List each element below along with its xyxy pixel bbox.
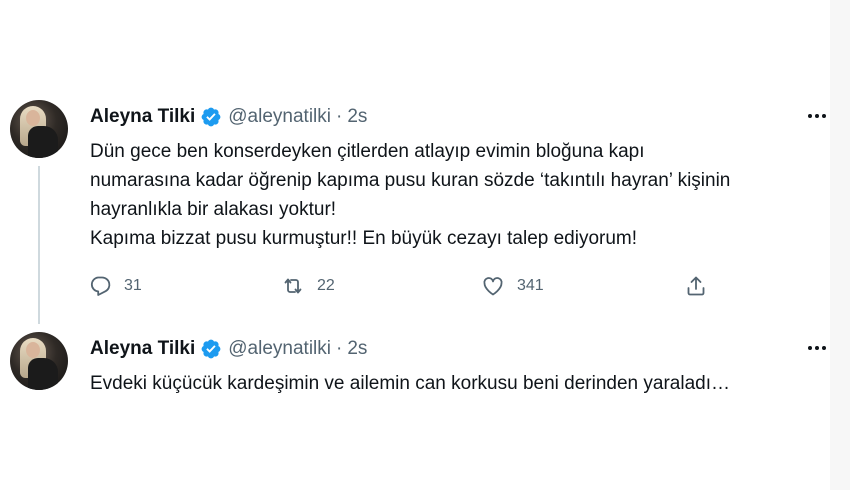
tweet-text: Dün gece ben konserdeyken çitlerden atla…	[90, 137, 820, 253]
tweet-text-line: Dün gece ben konserdeyken çitlerden atla…	[90, 141, 645, 162]
tweet-text-line: Evdeki küçücük kardeşimin ve ailemin can…	[90, 373, 730, 394]
like-button[interactable]: 341	[481, 272, 544, 300]
timestamp[interactable]: 2s	[347, 106, 367, 128]
scroll-edge	[830, 0, 850, 490]
tweet-text-line: Kapıma bizzat pusu kurmuştur!! En büyük …	[90, 228, 638, 249]
timestamp[interactable]: 2s	[347, 338, 367, 360]
like-icon	[483, 277, 503, 296]
display-name[interactable]: Aleyna Tilki	[90, 106, 195, 128]
retweet-count: 22	[317, 277, 335, 294]
reply-button[interactable]: 31	[88, 272, 142, 300]
verified-icon	[201, 107, 221, 127]
verified-icon	[201, 339, 221, 359]
retweet-icon	[284, 278, 302, 294]
tweet-header: Aleyna Tilki @aleynatilki · 2s	[90, 104, 367, 130]
reply-count: 31	[124, 277, 142, 294]
separator: ·	[335, 338, 343, 359]
reply-icon	[90, 276, 111, 296]
tweet-header: Aleyna Tilki @aleynatilki · 2s	[90, 336, 367, 362]
tweet-actions: 31 22 341	[88, 272, 728, 300]
display-name[interactable]: Aleyna Tilki	[90, 338, 195, 360]
avatar[interactable]	[10, 100, 68, 158]
more-icon[interactable]	[806, 108, 828, 124]
thread-line	[38, 166, 40, 324]
timeline: Aleyna Tilki @aleynatilki · 2s Dün gece …	[0, 0, 850, 490]
handle[interactable]: @aleynatilki	[228, 106, 331, 128]
retweet-button[interactable]: 22	[281, 272, 335, 300]
like-count: 341	[517, 277, 544, 294]
tweet-text: Evdeki küçücük kardeşimin ve ailemin can…	[90, 369, 820, 398]
separator: ·	[335, 106, 343, 127]
share-button[interactable]	[684, 272, 708, 300]
handle[interactable]: @aleynatilki	[228, 338, 331, 360]
more-icon[interactable]	[806, 340, 828, 356]
avatar[interactable]	[10, 332, 68, 390]
tweet-text-line: hayranlıkla bir alakası yoktur!	[90, 199, 337, 220]
tweet-text-line: numarasına kadar öğrenip kapıma pusu kur…	[90, 170, 731, 191]
share-icon	[687, 276, 705, 296]
